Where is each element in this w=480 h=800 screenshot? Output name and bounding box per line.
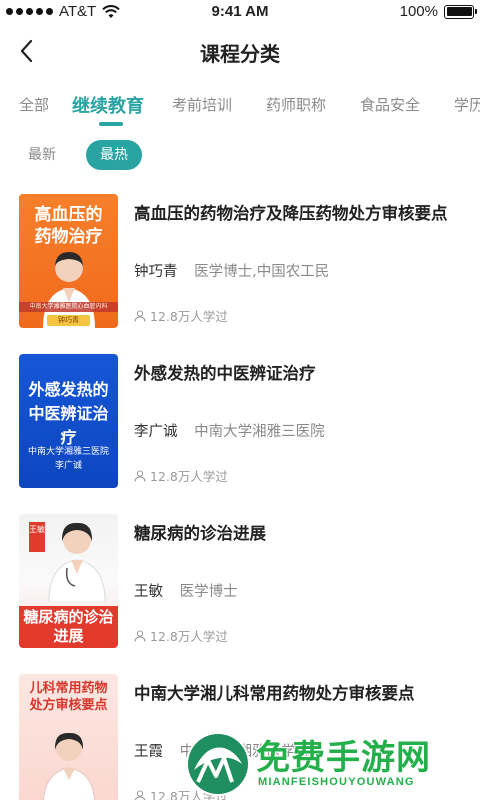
course-thumbnail: 外感发热的中医辨证治疗 中南大学湘雅三医院 李广诚 (19, 354, 118, 488)
tab-pharmacist-title[interactable]: 药师职称 (266, 94, 326, 115)
sort-options: 最新 最热 (0, 140, 480, 170)
watermark-logo-icon (186, 732, 250, 796)
tab-all[interactable]: 全部 (19, 94, 49, 115)
thumbnail-title: 高血压的药物治疗 (34, 205, 103, 247)
learner-count-text: 12.8万人学过 (150, 629, 228, 644)
teacher-affiliation: 医学博士 (179, 584, 238, 600)
teacher-name: 李广诚 (134, 424, 178, 440)
course-title: 高血压的药物治疗及降压药物处方审核要点 (134, 204, 448, 223)
doctor-portrait (42, 732, 96, 800)
watermark-subtitle: MIANFEISHOUYOUWANG (258, 776, 415, 788)
thumbnail-title: 儿科常用药物处方审核要点 (29, 681, 108, 713)
page-title: 课程分类 (200, 42, 280, 66)
status-bar: AT&T 9:41 AM 100% (0, 0, 480, 24)
learner-count: 12.8万人学过 (134, 306, 228, 325)
tab-active-indicator (99, 122, 123, 126)
thumbnail-subtitle: 中南大学湘雅三医院 (27, 447, 109, 457)
nav-bar: 课程分类 (0, 28, 480, 76)
tab-food-safety[interactable]: 食品安全 (360, 94, 420, 115)
person-icon (134, 309, 146, 322)
person-icon (134, 469, 146, 482)
thumbnail-title: 外感发热的中医辨证治疗 (28, 380, 109, 447)
thumbnail-name-tag: 钟巧青 (47, 315, 90, 326)
battery-fill (446, 7, 472, 16)
sort-hottest[interactable]: 最热 (86, 140, 142, 170)
category-tabs: 全部 继续教育 考前培训 药师职称 食品安全 学历 (0, 86, 480, 130)
thumbnail-name-tag: 王敏 (29, 522, 45, 552)
course-item[interactable]: 王敏 糖尿病的诊治进展 糖尿病的诊治进展 王敏 医学博士 12.8万人学过 (0, 514, 480, 648)
course-meta: 李广诚 中南大学湘雅三医院 (134, 420, 325, 441)
thumbnail-subtitle: 中南大学湘雅医院心血管内科 (19, 302, 118, 312)
doctor-portrait (48, 522, 106, 602)
tab-exam-training[interactable]: 考前培训 (172, 94, 232, 115)
teacher-name: 钟巧青 (134, 264, 178, 280)
teacher-name: 王敏 (134, 584, 163, 600)
learner-count: 12.8万人学过 (134, 466, 228, 485)
battery-percent: 100% (399, 3, 438, 20)
tab-degree[interactable]: 学历 (454, 94, 480, 115)
teacher-affiliation: 中南大学湘雅三医院 (194, 424, 325, 440)
course-title: 外感发热的中医辨证治疗 (134, 364, 316, 383)
teacher-name: 王霞 (134, 744, 163, 760)
thumbnail-title: 糖尿病的诊治进展 (19, 606, 118, 648)
thumbnail-name: 李广诚 (54, 461, 82, 471)
course-meta: 钟巧青 医学博士,中国农工民 (134, 260, 329, 281)
course-thumbnail: 高血压的药物治疗 中南大学湘雅医院心血管内科 钟巧青 (19, 194, 118, 328)
course-thumbnail: 王敏 糖尿病的诊治进展 (19, 514, 118, 648)
watermark: 免费手游网 MIANFEISHOUYOUWANG (184, 728, 480, 800)
course-item[interactable]: 高血压的药物治疗 中南大学湘雅医院心血管内科 钟巧青 高血压的药物治疗及降压药物… (0, 194, 480, 328)
status-right: 100% (399, 3, 477, 20)
course-thumbnail: 儿科常用药物处方审核要点 (19, 674, 118, 800)
learner-count: 12.8万人学过 (134, 626, 228, 645)
course-title: 糖尿病的诊治进展 (134, 524, 266, 543)
course-item[interactable]: 外感发热的中医辨证治疗 中南大学湘雅三医院 李广诚 外感发热的中医辨证治疗 李广… (0, 354, 480, 488)
person-icon (134, 629, 146, 642)
learner-count-text: 12.8万人学过 (150, 309, 228, 324)
person-icon (134, 789, 146, 800)
sort-newest[interactable]: 最新 (28, 140, 56, 170)
teacher-affiliation: 医学博士,中国农工民 (194, 264, 330, 280)
course-title: 中南大学湘儿科常用药物处方审核要点 (134, 684, 415, 703)
course-meta: 王敏 医学博士 (134, 580, 238, 601)
watermark-title: 免费手游网 (256, 738, 431, 778)
learner-count-text: 12.8万人学过 (150, 469, 228, 484)
tab-continuing-education[interactable]: 继续教育 (72, 92, 144, 118)
battery-icon (444, 4, 477, 19)
